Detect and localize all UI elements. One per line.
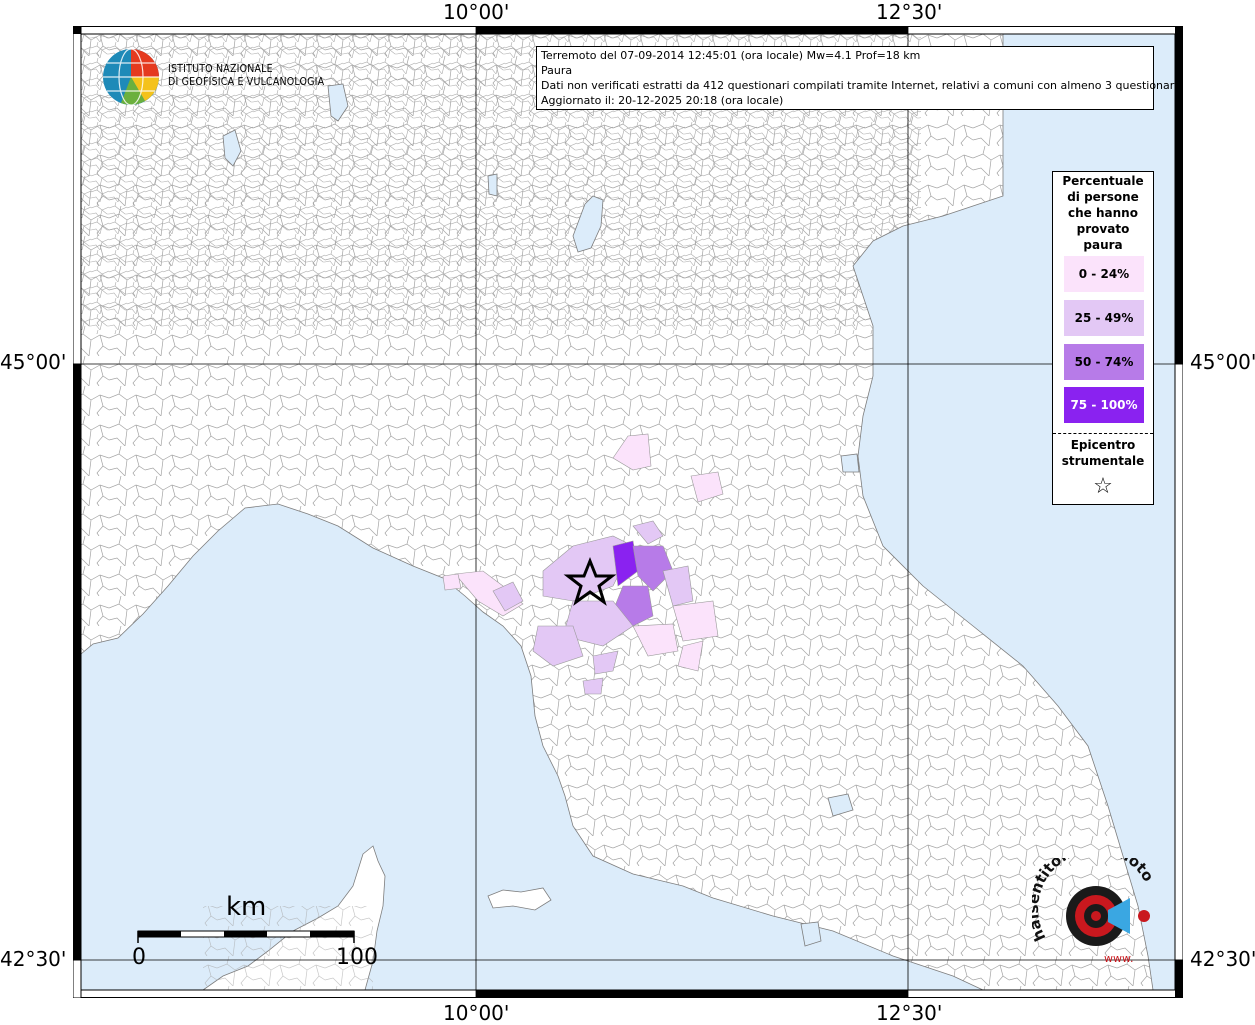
coord-left-42: 42°30' bbox=[0, 947, 67, 971]
legend-title: Percentuale di persone che hanno provato… bbox=[1053, 173, 1153, 253]
legend-swatch-50-74: 50 - 74% bbox=[1064, 344, 1144, 380]
event-data-note: Dati non verificati estratti da 412 ques… bbox=[541, 79, 1181, 92]
legend-epicenter-label: Epicentro strumentale bbox=[1053, 437, 1153, 469]
legend-star-icon: ☆ bbox=[1093, 474, 1113, 499]
legend-title-line: di persone bbox=[1067, 190, 1139, 204]
scale-unit: km bbox=[226, 892, 267, 922]
legend-epicenter-line: Epicentro bbox=[1070, 438, 1136, 452]
scale-max: 100 bbox=[336, 945, 378, 970]
coord-right-45: 45°00' bbox=[1190, 350, 1255, 374]
ingv-logo-text: ISTITUTO NAZIONALE DI GEOFISICA E VULCAN… bbox=[168, 63, 324, 89]
coord-top-12: 12°30' bbox=[876, 0, 943, 24]
legend-title-line: Percentuale bbox=[1062, 174, 1144, 188]
map-frame-border bbox=[73, 26, 1183, 998]
ingv-line-1: ISTITUTO NAZIONALE bbox=[168, 63, 273, 75]
legend-separator bbox=[1053, 433, 1153, 434]
legend-title-line: che hanno bbox=[1068, 206, 1138, 220]
ingv-logo-icon bbox=[103, 48, 159, 106]
scale-min: 0 bbox=[132, 945, 146, 970]
coord-bottom-12: 12°30' bbox=[876, 1001, 943, 1025]
legend-title-line: provato bbox=[1076, 222, 1130, 236]
ingv-line-2: DI GEOFISICA E VULCANOLOGIA bbox=[168, 76, 325, 88]
coord-right-42: 42°30' bbox=[1190, 947, 1255, 971]
hsit-badge-url: www. bbox=[1104, 952, 1133, 965]
event-title: Terremoto del 07-09-2014 12:45:01 (ora l… bbox=[541, 49, 921, 62]
legend: Percentuale di persone che hanno provato… bbox=[1052, 171, 1154, 505]
event-parameter: Paura bbox=[541, 64, 573, 77]
coord-top-10: 10°00' bbox=[443, 0, 510, 24]
legend-title-line: paura bbox=[1083, 238, 1123, 252]
legend-epicenter-line: strumentale bbox=[1061, 454, 1145, 468]
legend-swatch-25-49: 25 - 49% bbox=[1064, 300, 1144, 336]
hsit-badge-icon: haisentitoilterremoto.it www. bbox=[1032, 858, 1158, 965]
coord-bottom-10: 10°00' bbox=[443, 1001, 510, 1025]
event-info-box: Terremoto del 07-09-2014 12:45:01 (ora l… bbox=[536, 46, 1181, 110]
legend-swatch-75-100: 75 - 100% bbox=[1064, 387, 1144, 423]
legend-swatch-0-24: 0 - 24% bbox=[1064, 256, 1144, 292]
event-updated: Aggiornato il: 20-12-2025 20:18 (ora loc… bbox=[541, 94, 784, 107]
coord-left-45: 45°00' bbox=[0, 350, 67, 374]
